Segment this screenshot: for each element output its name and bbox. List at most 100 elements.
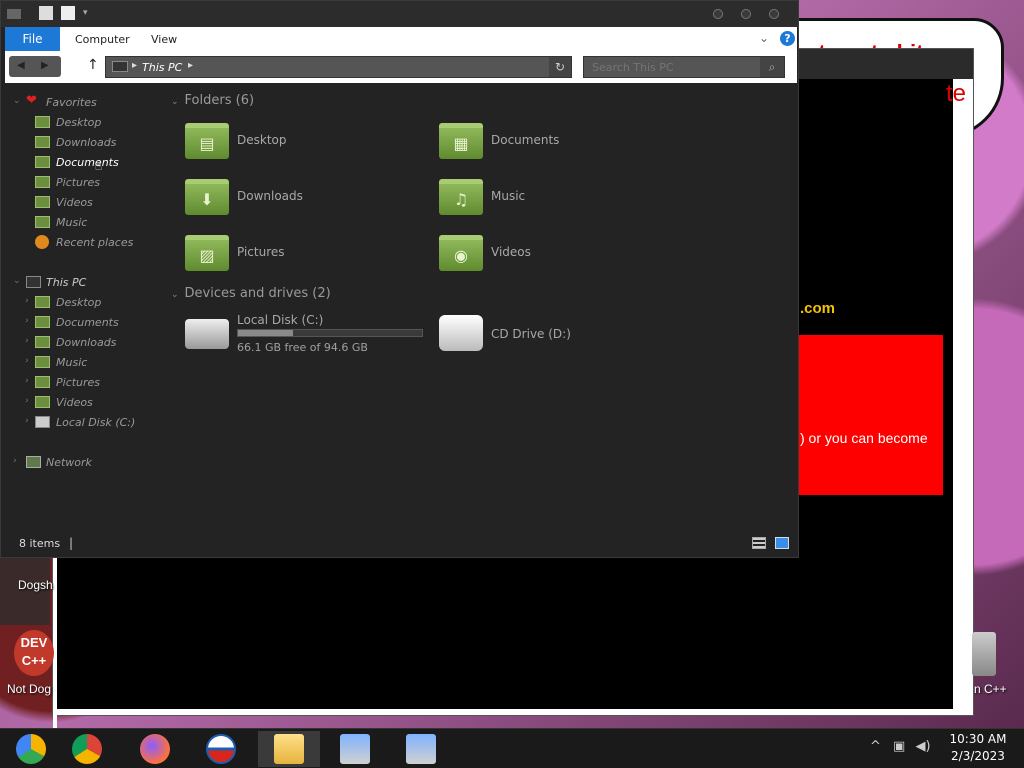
breadcrumb-chevron-icon[interactable]: ▸ <box>132 60 137 71</box>
folder-tile-pictures[interactable]: ▨ Pictures <box>185 231 425 277</box>
this-pc-icon <box>112 61 128 72</box>
pictures-folder-icon <box>35 376 50 388</box>
taskbar-app-file-explorer[interactable] <box>258 731 320 767</box>
clock-date: 2/3/2023 <box>951 749 1005 763</box>
sidebar-item-label: Music <box>56 216 88 229</box>
back-icon[interactable]: ◀ <box>17 60 25 71</box>
expand-icon[interactable]: › <box>25 356 29 366</box>
drive-label: Local Disk (C:) <box>237 313 324 327</box>
address-bar[interactable]: ▸ This PC ▸ ↻ <box>105 56 572 78</box>
collapse-icon[interactable]: ⌄ <box>171 97 179 107</box>
taskbar-app-chrome[interactable] <box>56 731 118 767</box>
devcpp-shortcut-icon[interactable]: DEV C++ <box>14 630 54 676</box>
tab-file[interactable]: File <box>5 27 60 51</box>
search-input[interactable] <box>584 57 760 77</box>
window-menu-icon[interactable] <box>7 9 21 19</box>
properties-icon[interactable] <box>39 6 53 20</box>
navigation-pane: ⌄ ❤ Favorites Desktop Downloads Document… <box>1 87 161 527</box>
hand-cursor-icon: ☝ <box>95 159 103 173</box>
expand-icon[interactable]: › <box>25 416 29 426</box>
taskbar-app-installer-1[interactable] <box>324 731 386 767</box>
large-icons-view-icon[interactable] <box>775 537 789 549</box>
background-window-scrollbar[interactable] <box>953 79 973 709</box>
downloads-folder-icon <box>35 136 50 148</box>
expand-icon[interactable]: › <box>25 336 29 346</box>
devices-group-header[interactable]: ⌄ Devices and drives (2) <box>171 286 331 301</box>
speech-text-2: te <box>946 80 967 107</box>
documents-icon: ▦ <box>439 123 483 159</box>
close-button[interactable] <box>769 9 779 19</box>
recent-places-icon <box>35 235 49 249</box>
chrome-icon <box>72 734 102 764</box>
back-forward-buttons[interactable]: ◀ ▶ <box>9 56 61 77</box>
sidebar-item-label: Network <box>46 456 92 469</box>
explorer-titlebar[interactable]: ▾ <box>1 1 798 27</box>
network-status-icon[interactable]: ▣ <box>893 739 905 754</box>
group-header-label: Devices and drives (2) <box>184 286 331 301</box>
disk-usage-bar <box>237 329 423 337</box>
sidebar-item-label: Pictures <box>56 376 101 389</box>
expand-icon[interactable]: › <box>25 316 29 326</box>
breadcrumb-chevron-icon[interactable]: ▸ <box>188 60 193 71</box>
minimize-button[interactable] <box>713 9 723 19</box>
show-hidden-icons-icon[interactable]: ^ <box>870 739 881 754</box>
sidebar-item-label: Videos <box>56 396 93 409</box>
page-link-text: .com <box>800 300 836 317</box>
status-separator: | <box>69 536 74 550</box>
taskbar-app-installer-2[interactable] <box>390 731 452 767</box>
folder-tile-music[interactable]: ♫ Music <box>439 175 679 221</box>
volume-icon[interactable]: ◀) <box>915 739 930 754</box>
expand-icon[interactable]: › <box>13 456 17 466</box>
tab-view[interactable]: View <box>151 27 177 51</box>
collapse-icon[interactable]: ⌄ <box>171 290 179 300</box>
clock[interactable]: 10:30 AM 2/3/2023 <box>938 731 1018 765</box>
folder-tile-desktop[interactable]: ▤ Desktop <box>185 119 425 165</box>
taskbar-app-obama[interactable] <box>190 731 252 767</box>
music-folder-icon <box>35 216 50 228</box>
search-icon[interactable]: ⌕ <box>760 57 784 77</box>
taskbar-app-chrome-canary[interactable] <box>0 731 62 767</box>
file-explorer-window[interactable]: ▾ File Computer View ⌄ ? ◀ ▶ ↑ ▸ This PC… <box>0 0 799 558</box>
drive-tile-local-disk[interactable]: Local Disk (C:) 66.1 GB free of 94.6 GB <box>185 311 425 357</box>
expand-ribbon-icon[interactable]: ⌄ <box>759 31 769 45</box>
expand-icon[interactable]: › <box>25 376 29 386</box>
folder-tile-downloads[interactable]: ⬇ Downloads <box>185 175 425 221</box>
taskbar-app-firefox[interactable] <box>124 731 186 767</box>
expand-icon[interactable]: › <box>25 396 29 406</box>
details-view-icon[interactable] <box>752 537 766 549</box>
videos-folder-icon <box>35 396 50 408</box>
collapse-icon[interactable]: ⌄ <box>13 276 21 286</box>
breadcrumb[interactable]: This PC <box>142 61 182 74</box>
up-icon[interactable]: ↑ <box>87 57 99 73</box>
sidebar-item-label: Documents <box>56 316 119 329</box>
desktop-icon: ▤ <box>185 123 229 159</box>
sidebar-item-label: Pictures <box>56 176 101 189</box>
system-tray: ^ ▣ ◀) <box>870 739 931 754</box>
red-banner <box>798 335 943 495</box>
pictures-folder-icon <box>35 176 50 188</box>
refresh-icon[interactable]: ↻ <box>549 57 571 77</box>
installer-icon <box>406 734 436 764</box>
forward-icon[interactable]: ▶ <box>41 60 49 71</box>
group-header-label: Folders (6) <box>184 93 255 108</box>
folder-label: Videos <box>491 245 531 259</box>
folder-tile-documents[interactable]: ▦ Documents <box>439 119 679 165</box>
disk-free-text: 66.1 GB free of 94.6 GB <box>237 341 368 354</box>
folders-group-header[interactable]: ⌄ Folders (6) <box>171 93 254 108</box>
recycle-bin-icon[interactable] <box>972 632 996 676</box>
drive-tile-cd[interactable]: CD Drive (D:) <box>439 311 679 357</box>
sidebar-item-label: Desktop <box>56 116 102 129</box>
help-icon[interactable]: ? <box>780 31 795 46</box>
maximize-button[interactable] <box>741 9 751 19</box>
taskbar: ^ ▣ ◀) 10:30 AM 2/3/2023 <box>0 728 1024 768</box>
customize-toolbar-icon[interactable]: ▾ <box>83 8 97 22</box>
banner-text: ) or you can become <box>800 430 928 446</box>
new-folder-icon[interactable] <box>61 6 75 20</box>
campaign-logo-icon <box>206 734 236 764</box>
collapse-icon[interactable]: ⌄ <box>13 96 21 106</box>
expand-icon[interactable]: › <box>25 296 29 306</box>
tab-computer[interactable]: Computer <box>75 27 130 51</box>
search-box[interactable]: ⌕ <box>583 56 785 78</box>
folder-tile-videos[interactable]: ◉ Videos <box>439 231 679 277</box>
disk-usage-fill <box>238 330 294 336</box>
